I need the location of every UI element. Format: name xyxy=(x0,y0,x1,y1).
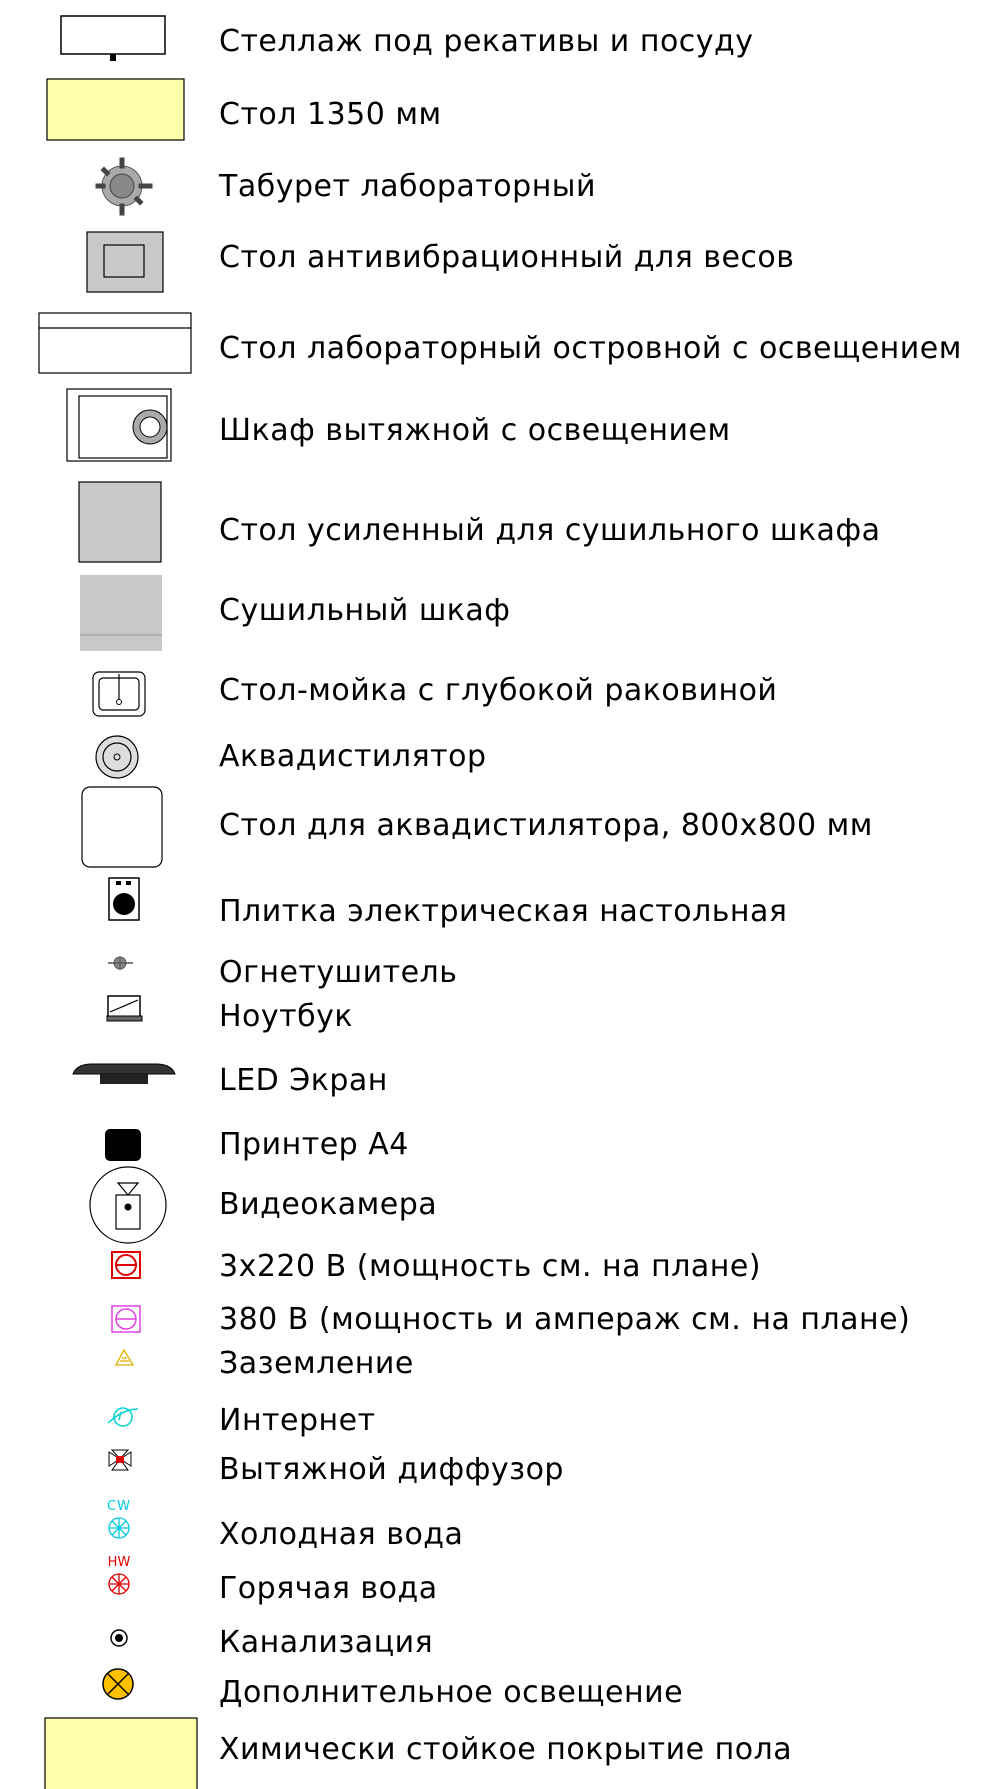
legend-label-camera: Видеокамера xyxy=(219,1187,438,1222)
sewer-icon xyxy=(108,1627,130,1649)
led-screen-icon xyxy=(70,1060,178,1088)
legend: Стеллаж под рекативы и посуду Стол 1350 … xyxy=(0,0,1008,1789)
legend-label-ground: Заземление xyxy=(219,1346,414,1381)
hotplate-icon xyxy=(108,877,142,923)
extra-lighting-icon xyxy=(101,1667,137,1703)
legend-label-printer: Принтер А4 xyxy=(219,1127,409,1162)
internet-icon xyxy=(106,1403,140,1431)
legend-label-rack: Стеллаж под рекативы и посуду xyxy=(219,24,754,59)
laptop-icon xyxy=(106,994,144,1024)
antivibration-table-icon xyxy=(86,231,166,295)
legend-label-extralight: Дополнительное освещение xyxy=(219,1675,684,1710)
legend-label-internet: Интернет xyxy=(219,1403,376,1438)
exhaust-diffuser-icon xyxy=(107,1446,133,1474)
legend-label-hotplate: Плитка электрическая настольная xyxy=(219,894,788,929)
socket-220-icon xyxy=(111,1251,143,1281)
legend-label-table1350: Стол 1350 мм xyxy=(219,97,442,132)
extinguisher-icon xyxy=(106,953,136,973)
reinforced-table-icon xyxy=(78,481,164,565)
video-camera-icon xyxy=(88,1165,170,1247)
legend-label-diffuser: Вытяжной диффузор xyxy=(219,1452,564,1487)
island-table-icon xyxy=(38,312,194,376)
drying-cabinet-icon xyxy=(80,575,164,653)
legend-label-fumehood: Шкаф вытяжной с освещением xyxy=(219,413,731,448)
legend-label-socket380: 380 В (мощность и ампераж см. на плане) xyxy=(219,1302,911,1337)
rack-icon xyxy=(60,15,168,63)
table-yellow-icon xyxy=(46,78,186,142)
legend-label-distillertable: Стол для аквадистилятора, 800x800 мм xyxy=(219,808,873,843)
fume-hood-icon xyxy=(66,388,174,464)
legend-label-socket220: 3x220 В (мощность см. на плане) xyxy=(219,1249,762,1284)
legend-label-island: Стол лабораторный островной с освещением xyxy=(219,331,962,366)
cold-water-tag: CW xyxy=(107,1499,131,1514)
ground-icon xyxy=(114,1348,135,1367)
printer-icon xyxy=(104,1128,144,1164)
legend-label-floor: Химически стойкое покрытие пола xyxy=(219,1732,793,1767)
legend-label-reinforced: Стол усиленный для сушильного шкафа xyxy=(219,513,881,548)
sink-icon xyxy=(92,671,148,719)
legend-label-sewer: Канализация xyxy=(219,1625,434,1660)
hot-water-icon: HW xyxy=(104,1556,134,1598)
legend-label-distiller: Аквадистилятор xyxy=(219,739,487,774)
distiller-table-icon xyxy=(81,786,165,870)
legend-label-stool: Табурет лабораторный xyxy=(219,169,596,204)
cold-water-icon: CW xyxy=(104,1500,134,1542)
legend-label-led: LED Экран xyxy=(219,1063,388,1098)
legend-label-coldwater: Холодная вода xyxy=(219,1517,464,1552)
floor-coating-icon xyxy=(44,1717,200,1789)
legend-label-dryer: Сушильный шкаф xyxy=(219,593,511,628)
legend-label-hotwater: Горячая вода xyxy=(219,1571,438,1606)
legend-label-laptop: Ноутбук xyxy=(219,999,354,1034)
socket-380-icon xyxy=(111,1305,143,1335)
stool-icon xyxy=(94,157,158,216)
distiller-icon xyxy=(94,734,142,782)
legend-label-antivib: Стол антивибрационный для весов xyxy=(219,240,795,275)
legend-label-sink: Стол-мойка с глубокой раковиной xyxy=(219,673,778,708)
hot-water-tag: HW xyxy=(107,1555,131,1570)
legend-label-extinguisher: Огнетушитель xyxy=(219,955,458,990)
